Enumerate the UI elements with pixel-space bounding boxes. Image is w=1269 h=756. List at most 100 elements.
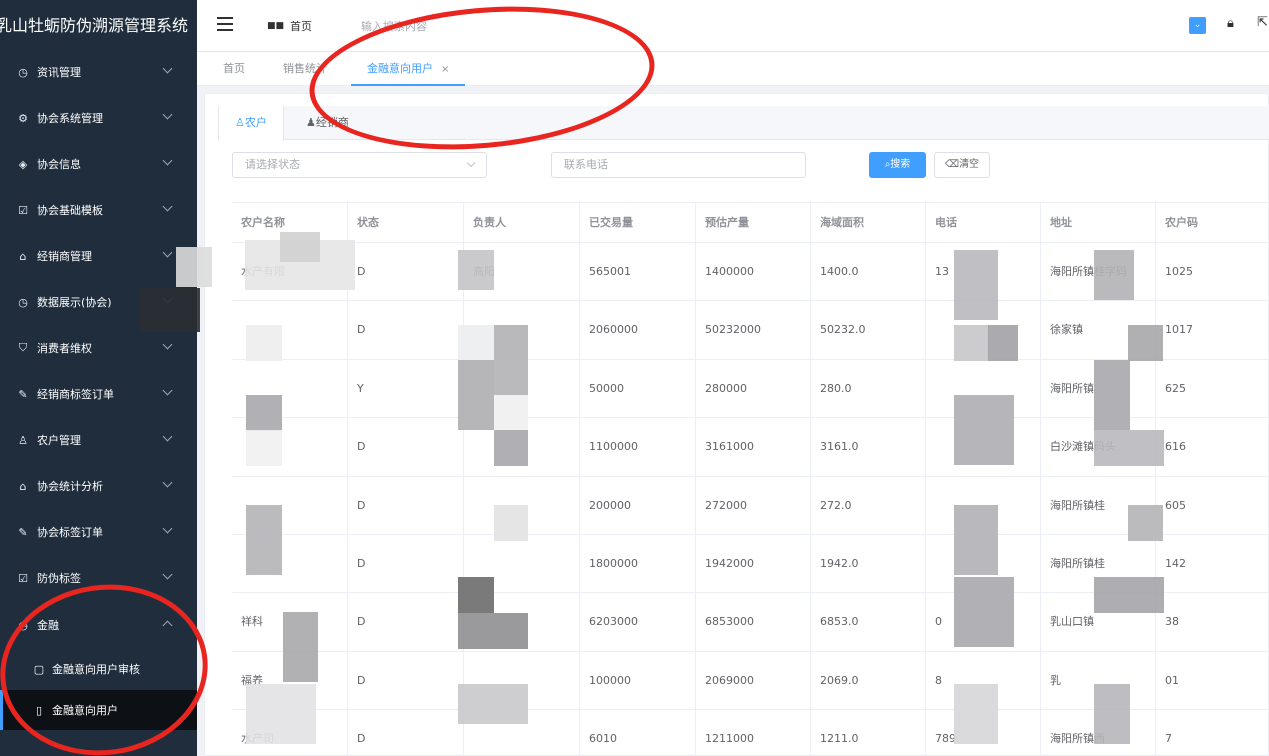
chevron-down-icon <box>162 523 173 534</box>
table-cell: 1211.0 <box>811 710 926 756</box>
tab-farmer-label: 农户 <box>244 116 267 129</box>
mosaic-block <box>458 360 494 430</box>
grid-icon: ■■ <box>267 21 285 31</box>
status-select[interactable]: 请选择状态 <box>232 152 487 178</box>
column-header[interactable]: 地址 <box>1041 203 1156 243</box>
table-cell: 280000 <box>696 359 811 418</box>
logout-icon[interactable]: ⇱ <box>1257 15 1268 30</box>
table-cell: 616 <box>1165 440 1186 454</box>
table-cell: 142 <box>1165 556 1186 570</box>
column-header[interactable]: 海域面积 <box>811 203 926 243</box>
table-cell: 1942000 <box>696 534 811 593</box>
column-header[interactable]: 负责人 <box>464 203 580 243</box>
sidebar-item-label: 数据展示(协会) <box>37 296 112 309</box>
dashboard-icon: ◷ <box>18 618 28 632</box>
table-row[interactable]: D 2060000 50232000 50232.0 徐家镇 1017 <box>232 301 1269 360</box>
table-cell: 50232000 <box>696 301 811 360</box>
sidebar-item[interactable]: ◷ 资讯管理 <box>0 52 197 92</box>
edit-icon: ✎ <box>18 387 28 401</box>
column-header[interactable]: 电话 <box>926 203 1041 243</box>
top-navbar: ■■ 首页 输入搜索内容 ⌄ 🔒︎ ⇱ <box>197 0 1269 52</box>
mosaic-block <box>458 613 528 649</box>
chevron-up-icon <box>162 620 173 631</box>
table-cell: Y <box>348 359 464 418</box>
tag-home[interactable]: 首页 <box>223 52 245 86</box>
sidebar-item[interactable]: ✎ 经销商标签订单 <box>0 374 197 414</box>
chevron-down-icon <box>162 339 173 350</box>
nav-home-link[interactable]: ■■ 首页 <box>267 18 312 34</box>
column-header[interactable]: 农户码 <box>1156 203 1269 243</box>
document-icon: ▯ <box>35 703 43 717</box>
sidebar-item[interactable]: ♙ 农户管理 <box>0 420 197 460</box>
table-header: 农户名称 状态 负责人 已交易量 预估产量 海域面积 电话 地址 农户码 <box>232 203 1269 243</box>
table-cell: 6203000 <box>580 593 696 652</box>
sidebar-item-label: 消费者维权 <box>37 342 92 355</box>
tag-finance-users[interactable]: 金融意向用户 × <box>351 52 466 86</box>
sidebar-item[interactable]: ⌂ 协会统计分析 <box>0 466 197 506</box>
column-header[interactable]: 状态 <box>348 203 464 243</box>
sidebar-item-label: 金融 <box>37 619 59 632</box>
sidebar-item[interactable]: ⚙ 协会系统管理 <box>0 98 197 138</box>
shield-icon: ⛉ <box>18 341 28 354</box>
sidebar-subitem[interactable]: ▯ 金融意向用户 <box>0 690 197 730</box>
table-cell: 1211000 <box>696 710 811 756</box>
dashboard-icon: ◷ <box>18 295 28 309</box>
table-cell: 1100000 <box>580 418 696 477</box>
table-cell: D <box>348 301 464 360</box>
tag-sales-stats[interactable]: 销售统计 <box>283 52 327 86</box>
tree-icon: ⌂ <box>19 479 27 493</box>
chevron-down-icon <box>162 247 173 258</box>
column-header[interactable]: 预估产量 <box>696 203 811 243</box>
global-search-input[interactable]: 输入搜索内容 <box>361 18 427 34</box>
table-cell: 1400.0 <box>811 243 926 301</box>
sidebar-item-label: 经销商标签订单 <box>37 388 114 401</box>
lock-icon[interactable]: 🔒︎ <box>1227 16 1234 31</box>
clear-button[interactable]: ⌫清空 <box>934 152 990 178</box>
phone-input[interactable]: 联系电话 <box>551 152 806 178</box>
sidebar-item-label: 协会统计分析 <box>37 480 103 493</box>
tab-distributor[interactable]: ♟经销商 <box>290 106 365 140</box>
clear-button-label: 清空 <box>959 159 980 170</box>
dropdown-icon[interactable]: ⌄ <box>1189 17 1206 34</box>
tree-icon: ⌂ <box>19 249 27 263</box>
sidebar-item[interactable]: ⌂ 经销商管理 <box>0 236 197 276</box>
tag-label: 金融意向用户 <box>367 62 433 75</box>
search-button[interactable]: ⌕搜索 <box>869 152 926 178</box>
sidebar-item[interactable]: ☑ 防伪标签 <box>0 558 197 598</box>
table-cell: 1400000 <box>696 243 811 301</box>
tab-farmer[interactable]: ♙农户 <box>218 106 284 141</box>
chevron-down-icon <box>162 477 173 488</box>
mosaic-block <box>494 325 528 395</box>
sidebar-item-label: 协会基础模板 <box>37 204 103 217</box>
mosaic-block <box>988 325 1018 361</box>
mosaic-block <box>458 577 494 613</box>
chevron-down-icon <box>162 155 173 166</box>
mosaic-block <box>458 250 494 290</box>
dashboard-icon: ◷ <box>18 65 28 79</box>
checkbox-icon: ☑ <box>18 571 28 585</box>
sidebar-subitem[interactable]: ▢ 金融意向用户审核 <box>0 649 197 689</box>
sidebar: 乳山牡蛎防伪溯源管理系统 ◷ 资讯管理 ⚙ 协会系统管理 ◈ 协会信息 ☑ 协会基础模板 ⌂ 经销… <box>0 0 197 756</box>
table-cell: D <box>348 593 464 652</box>
table-row[interactable]: D 200000 272000 272.0 海阳所镇桂 605 <box>232 476 1269 535</box>
table-cell: 6853000 <box>696 593 811 652</box>
sidebar-item[interactable]: ◷ 金融 <box>0 605 197 645</box>
sidebar-item[interactable]: ✎ 协会标签订单 <box>0 512 197 552</box>
mosaic-block <box>246 325 282 361</box>
sidebar-item-label: 经销商管理 <box>37 250 92 263</box>
hamburger-icon[interactable] <box>217 17 233 31</box>
sidebar-item[interactable]: ◈ 协会信息 <box>0 144 197 184</box>
sidebar-subitem-label: 金融意向用户审核 <box>52 663 140 676</box>
sidebar-item-label: 协会标签订单 <box>37 526 103 539</box>
mosaic-block <box>1094 577 1164 613</box>
wallet-icon: ▢ <box>33 662 45 676</box>
mosaic-block <box>954 325 989 361</box>
sidebar-item[interactable]: ☑ 协会基础模板 <box>0 190 197 230</box>
sidebar-item[interactable]: ⛉ 消费者维权 <box>0 328 197 368</box>
mosaic-block <box>954 505 998 575</box>
column-header[interactable]: 已交易量 <box>580 203 696 243</box>
table-cell: 2069.0 <box>811 651 926 710</box>
close-icon[interactable]: × <box>441 64 449 75</box>
table-cell: 200000 <box>580 476 696 535</box>
tab-distributor-label: 经销商 <box>315 116 349 129</box>
